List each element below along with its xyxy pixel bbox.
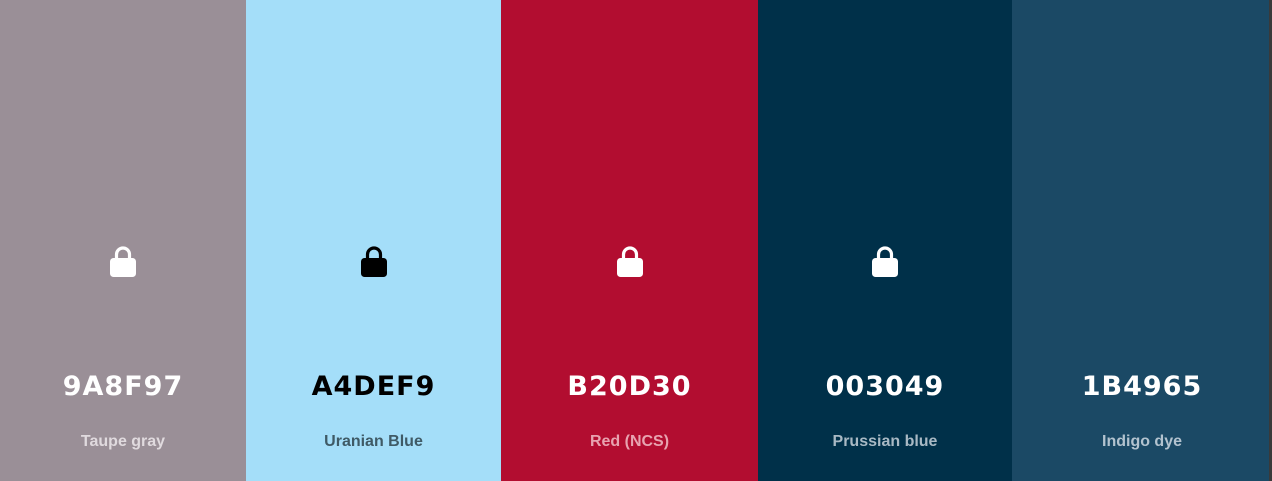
swatch-indigo-dye[interactable]: 1B4965 Indigo dye (1012, 0, 1272, 481)
swatch-hex-code[interactable]: 9A8F97 (0, 369, 246, 405)
swatch-color-name: Indigo dye (1102, 433, 1182, 450)
color-palette: 9A8F97 Taupe gray A4DEF9 Uranian Blue B2… (0, 0, 1272, 481)
swatch-hex-code[interactable]: A4DEF9 (246, 369, 501, 405)
swatch-color-name: Red (NCS) (589, 433, 670, 450)
swatch-prussian-blue[interactable]: 003049 Prussian blue (758, 0, 1012, 481)
swatch-hex-code[interactable]: 1B4965 (1012, 369, 1272, 405)
swatch-hex-code[interactable]: B20D30 (501, 369, 758, 405)
swatch-color-name: Prussian blue (832, 433, 938, 450)
lock-icon[interactable] (108, 243, 138, 279)
lock-icon[interactable] (870, 243, 900, 279)
swatch-uranian-blue[interactable]: A4DEF9 Uranian Blue (246, 0, 501, 481)
lock-icon[interactable] (359, 243, 389, 279)
swatch-color-name: Uranian Blue (324, 433, 423, 450)
lock-icon[interactable] (615, 243, 645, 279)
swatch-red-ncs[interactable]: B20D30 Red (NCS) (501, 0, 758, 481)
swatch-taupe-gray[interactable]: 9A8F97 Taupe gray (0, 0, 246, 481)
swatch-color-name: Taupe gray (80, 433, 166, 450)
swatch-hex-code[interactable]: 003049 (758, 369, 1012, 405)
